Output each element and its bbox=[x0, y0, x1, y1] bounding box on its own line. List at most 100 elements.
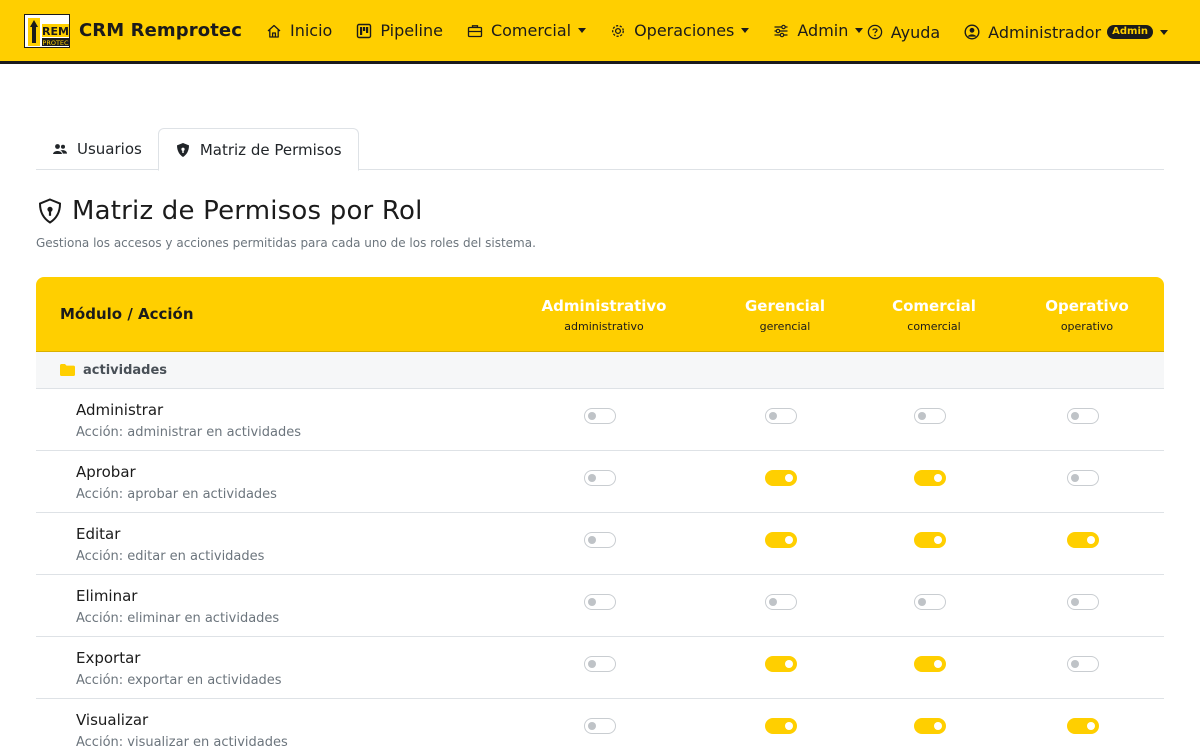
role-header-administrativo: Administrativo administrativo bbox=[529, 297, 679, 333]
permission-rows: Administrar Acción: administrar en activi… bbox=[36, 389, 1164, 750]
shield-lock-icon bbox=[38, 198, 62, 224]
permission-toggle-administrativo[interactable] bbox=[584, 532, 616, 548]
permission-row-eliminar: Eliminar Acción: eliminar en actividades bbox=[36, 575, 1164, 637]
toggle-knob bbox=[785, 722, 793, 730]
toggle-knob bbox=[785, 536, 793, 544]
permission-toggle-comercial[interactable] bbox=[914, 594, 946, 610]
chevron-down-icon bbox=[578, 28, 587, 33]
action-description: Acción: administrar en actividades bbox=[76, 425, 302, 440]
role-key: comercial bbox=[907, 320, 961, 333]
toggle-knob bbox=[588, 536, 596, 544]
permission-toggle-comercial[interactable] bbox=[914, 470, 946, 486]
toggle-knob bbox=[1071, 660, 1079, 668]
permission-toggle-administrativo[interactable] bbox=[584, 408, 616, 424]
toggle-knob bbox=[769, 598, 777, 606]
permission-toggle-operativo[interactable] bbox=[1067, 594, 1099, 610]
nav-pipeline-label: Pipeline bbox=[380, 21, 443, 40]
permission-toggle-comercial[interactable] bbox=[914, 408, 946, 424]
toggle-knob bbox=[588, 474, 596, 482]
toggle-knob bbox=[785, 660, 793, 668]
tab-matriz-permisos[interactable]: Matriz de Permisos bbox=[157, 128, 359, 171]
toggle-knob bbox=[588, 660, 596, 668]
user-menu[interactable]: Administrador Admin bbox=[964, 0, 1168, 64]
chevron-down-icon bbox=[1160, 29, 1168, 35]
role-name: Administrativo bbox=[541, 297, 667, 315]
nav-operaciones-label: Operaciones bbox=[634, 21, 735, 40]
nav-help[interactable]: Ayuda bbox=[867, 0, 940, 64]
module-action-header: Módulo / Acción bbox=[60, 305, 194, 323]
nav-inicio-label: Inicio bbox=[289, 21, 333, 40]
action-label: Aprobar bbox=[76, 463, 136, 481]
matrix-header: Módulo / Acción Administrativo administr… bbox=[36, 277, 1164, 352]
role-name: Comercial bbox=[892, 297, 976, 315]
users-icon bbox=[53, 144, 67, 154]
permission-toggle-gerencial[interactable] bbox=[765, 718, 797, 734]
permission-row-visualizar: Visualizar Acción: visualizar en activida… bbox=[36, 699, 1164, 750]
toggle-knob bbox=[769, 412, 777, 420]
permission-toggle-operativo[interactable] bbox=[1067, 408, 1099, 424]
tab-usuarios[interactable]: Usuarios bbox=[36, 128, 158, 170]
toggle-knob bbox=[934, 536, 942, 544]
chevron-down-icon bbox=[741, 28, 750, 33]
nav-help-label: Ayuda bbox=[890, 22, 941, 42]
action-description: Acción: exportar en actividades bbox=[76, 673, 282, 688]
action-label: Eliminar bbox=[76, 587, 138, 605]
action-description: Acción: visualizar en actividades bbox=[76, 735, 288, 750]
brand[interactable]: REM PROTEC CRM Remprotec bbox=[24, 0, 242, 63]
nav-right: Ayuda Administrador Admin bbox=[843, 0, 1168, 64]
role-name: Gerencial bbox=[744, 297, 826, 315]
module-group-row: actividades bbox=[36, 352, 1164, 389]
role-header-gerencial: Gerencial gerencial bbox=[710, 297, 860, 333]
permission-toggle-administrativo[interactable] bbox=[584, 594, 616, 610]
nav-comercial[interactable]: Comercial bbox=[467, 0, 587, 63]
action-label: Visualizar bbox=[76, 711, 149, 729]
permission-toggle-gerencial[interactable] bbox=[765, 656, 797, 672]
permission-row-exportar: Exportar Acción: exportar en actividades bbox=[36, 637, 1164, 699]
logo-text-protec: PROTEC bbox=[42, 39, 69, 47]
page-title-text: Matriz de Permisos por Rol bbox=[72, 196, 423, 226]
kanban-icon bbox=[357, 23, 372, 38]
permission-toggle-administrativo[interactable] bbox=[584, 470, 616, 486]
permission-toggle-operativo[interactable] bbox=[1067, 718, 1099, 734]
help-icon bbox=[867, 24, 882, 40]
role-key: administrativo bbox=[564, 320, 644, 333]
page-title: Matriz de Permisos por Rol bbox=[36, 196, 423, 226]
permission-toggle-operativo[interactable] bbox=[1067, 656, 1099, 672]
nav-pipeline[interactable]: Pipeline bbox=[356, 0, 443, 63]
tab-bar: Usuarios Matriz de Permisos bbox=[36, 128, 1164, 171]
nav-comercial-label: Comercial bbox=[490, 21, 572, 40]
user-circle-icon bbox=[964, 24, 980, 40]
permission-toggle-operativo[interactable] bbox=[1067, 470, 1099, 486]
remprotec-logo: REM PROTEC bbox=[24, 13, 70, 48]
nav-inicio[interactable]: Inicio bbox=[266, 0, 332, 63]
permission-toggle-gerencial[interactable] bbox=[765, 470, 797, 486]
toggle-knob bbox=[785, 474, 793, 482]
admin-badge: Admin bbox=[1107, 25, 1153, 39]
permission-toggle-gerencial[interactable] bbox=[765, 532, 797, 548]
tab-matriz-label: Matriz de Permisos bbox=[199, 140, 342, 159]
toggle-knob bbox=[1087, 536, 1095, 544]
brand-name: CRM Remprotec bbox=[79, 20, 242, 41]
permission-toggle-gerencial[interactable] bbox=[765, 408, 797, 424]
action-description: Acción: editar en actividades bbox=[76, 549, 265, 564]
permission-toggle-comercial[interactable] bbox=[914, 532, 946, 548]
permission-toggle-administrativo[interactable] bbox=[584, 718, 616, 734]
toggle-knob bbox=[934, 722, 942, 730]
nav-operaciones[interactable]: Operaciones bbox=[610, 0, 750, 63]
permission-toggle-administrativo[interactable] bbox=[584, 656, 616, 672]
toggle-knob bbox=[934, 660, 942, 668]
permission-toggle-comercial[interactable] bbox=[914, 656, 946, 672]
toggle-knob bbox=[588, 412, 596, 420]
action-label: Administrar bbox=[76, 401, 164, 419]
user-name: Administrador bbox=[988, 22, 1102, 42]
toggle-knob bbox=[1071, 412, 1079, 420]
permissions-matrix: Módulo / Acción Administrativo administr… bbox=[36, 277, 1164, 750]
tab-usuarios-label: Usuarios bbox=[77, 140, 142, 158]
action-description: Acción: aprobar en actividades bbox=[76, 487, 277, 502]
toggle-knob bbox=[588, 722, 596, 730]
gear-icon bbox=[612, 24, 625, 37]
permission-toggle-comercial[interactable] bbox=[914, 718, 946, 734]
permission-toggle-gerencial[interactable] bbox=[765, 594, 797, 610]
action-label: Exportar bbox=[76, 649, 141, 667]
permission-toggle-operativo[interactable] bbox=[1067, 532, 1099, 548]
